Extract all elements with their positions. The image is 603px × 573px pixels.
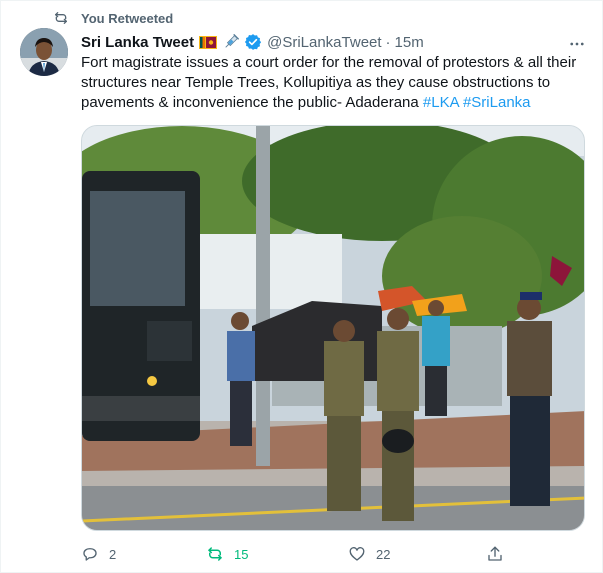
sri-lanka-flag-icon [199, 35, 218, 49]
reply-count: 2 [109, 546, 117, 562]
hashtag-link[interactable]: #SriLanka [463, 94, 531, 111]
share-button[interactable] [486, 543, 504, 565]
like-button[interactable]: 22 [348, 543, 390, 565]
tweet-body: Fort magistrate issues a court order for… [81, 53, 581, 113]
retweet-banner: You Retweeted [53, 10, 173, 26]
tweet-card[interactable]: You Retweeted Sri Lanka Tweet @SriLankaT… [0, 0, 603, 573]
tweet-header: Sri Lanka Tweet @SriLankaTweet · 15m [81, 32, 424, 52]
tweet-photo[interactable] [81, 125, 585, 531]
verified-badge-icon [244, 34, 262, 50]
retweet-button[interactable]: 15 [206, 543, 248, 565]
display-name[interactable]: Sri Lanka Tweet [81, 34, 194, 51]
syringe-icon [225, 34, 240, 48]
share-icon [488, 546, 502, 561]
retweet-icon [208, 547, 222, 561]
user-handle[interactable]: @SriLankaTweet [267, 34, 381, 51]
retweet-icon [55, 12, 67, 24]
retweet-banner-text: You Retweeted [81, 10, 174, 26]
hashtag-link[interactable]: #LKA [423, 94, 459, 111]
reply-button[interactable]: 2 [81, 543, 116, 565]
heart-icon [349, 547, 365, 561]
more-options-icon[interactable] [568, 35, 586, 53]
tweet-timestamp[interactable]: 15m [395, 34, 424, 51]
avatar[interactable] [20, 28, 68, 76]
like-count: 22 [376, 546, 391, 562]
retweet-count: 15 [234, 546, 249, 562]
reply-icon [83, 548, 97, 561]
tweet-actions: 2 15 22 [81, 543, 585, 565]
separator-dot: · [385, 33, 391, 51]
